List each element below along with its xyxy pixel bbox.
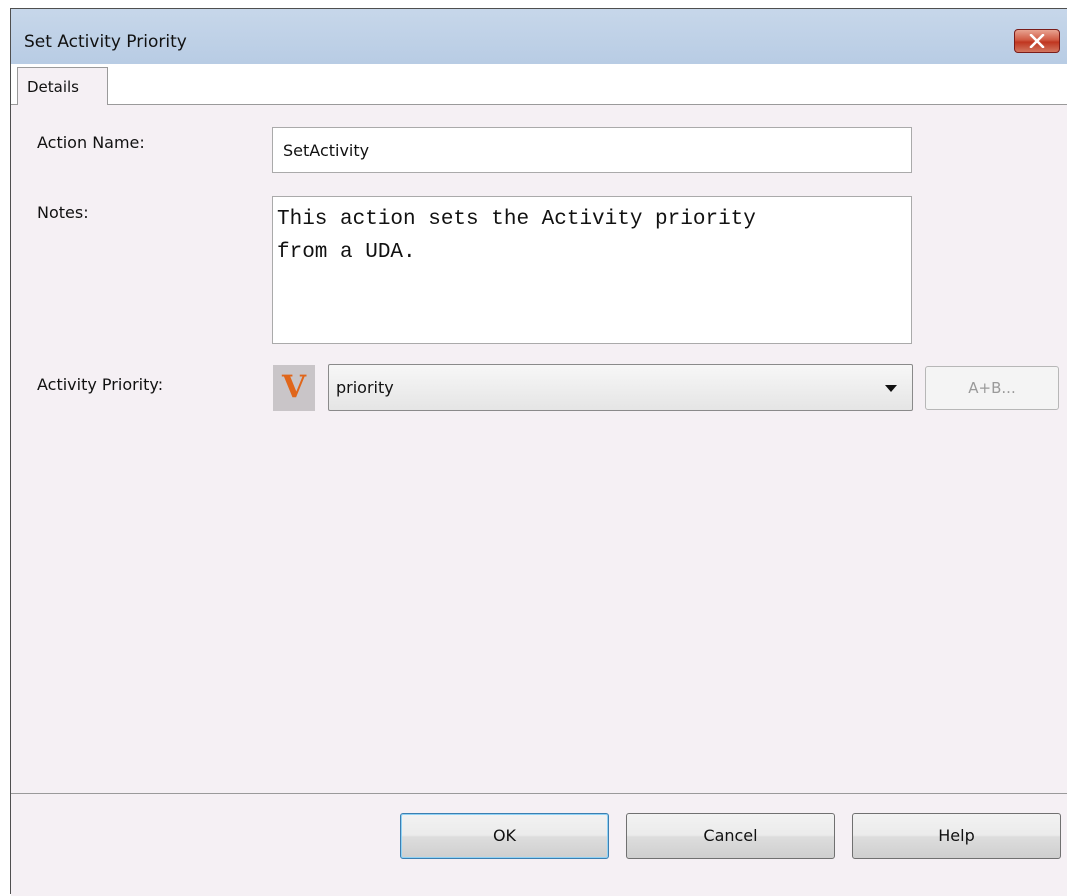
notes-field[interactable]: This action sets the Activity priority f… [272, 196, 912, 344]
close-button[interactable] [1014, 29, 1060, 53]
ok-button[interactable]: OK [400, 813, 609, 859]
cancel-button[interactable]: Cancel [626, 813, 835, 859]
help-button[interactable]: Help [852, 813, 1061, 859]
variable-icon[interactable]: V [273, 365, 315, 411]
tab-details[interactable]: Details [17, 67, 108, 105]
activity-priority-value: priority [336, 378, 394, 397]
title-bar[interactable]: Set Activity Priority [11, 9, 1067, 64]
tab-strip: Details [11, 64, 1067, 105]
set-activity-priority-dialog: Set Activity Priority Details Action Nam… [10, 8, 1067, 896]
tab-details-label: Details [27, 78, 80, 96]
notes-label: Notes: [37, 203, 89, 222]
dialog-title: Set Activity Priority [24, 32, 187, 52]
chevron-down-icon [885, 385, 897, 392]
activity-priority-label: Activity Priority: [37, 375, 164, 394]
action-name-label: Action Name: [37, 133, 145, 152]
expression-builder-button[interactable]: A+B... [925, 366, 1059, 410]
button-bar: OK Cancel Help [11, 793, 1067, 896]
close-icon [1029, 34, 1045, 48]
action-name-field[interactable] [272, 127, 912, 173]
activity-priority-dropdown[interactable]: priority [328, 364, 913, 411]
variable-icon-letter: V [282, 369, 307, 405]
